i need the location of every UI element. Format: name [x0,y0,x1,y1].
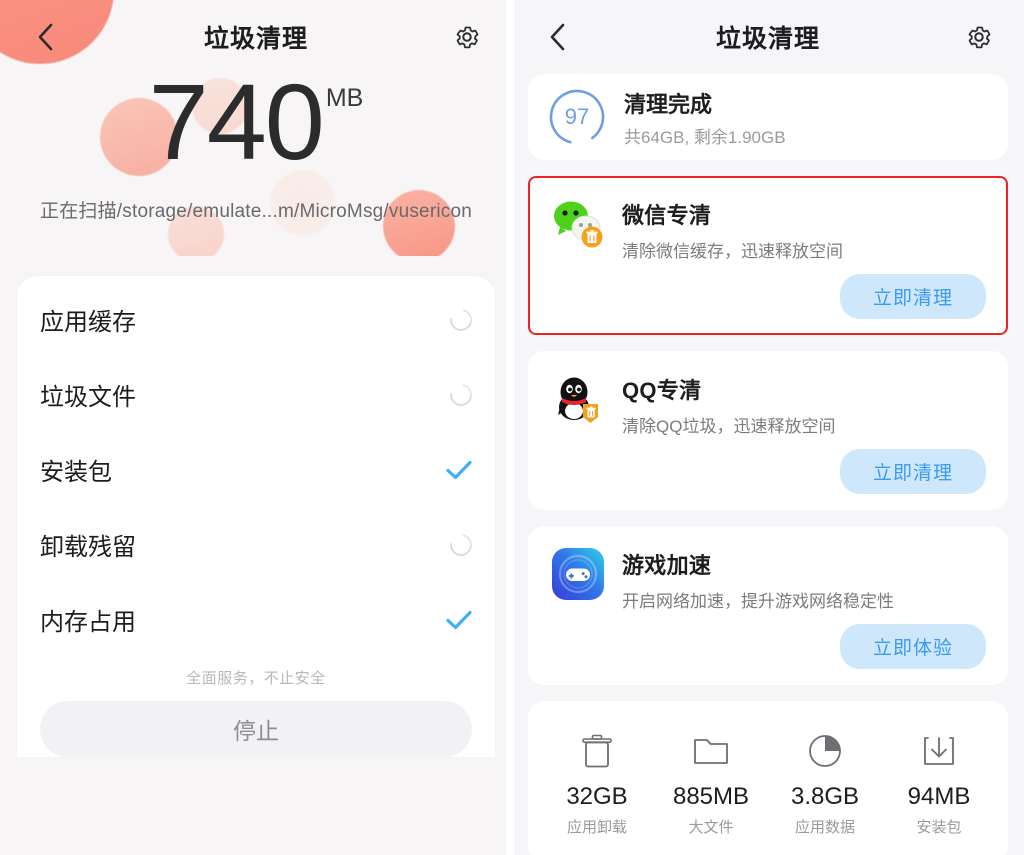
feature-title: 游戏加速 [622,553,712,578]
feature-title: 微信专清 [622,203,712,228]
list-item[interactable]: 垃圾文件 [17,357,495,432]
left-header: 垃圾清理 [0,0,512,74]
stat-label: 大文件 [688,819,734,836]
feature-card-wechat[interactable]: 微信专清 清除微信缓存，迅速释放空间 立即清理 [528,176,1008,335]
scan-item-label: 卸载残留 [40,534,136,561]
list-item[interactable]: 应用缓存 [17,282,495,357]
feature-subtitle: 清除微信缓存，迅速释放空间 [622,242,843,261]
score-value: 97 [564,104,590,129]
back-button[interactable] [24,16,66,58]
stat-label: 应用数据 [794,819,855,836]
stat-value: 94MB [907,783,971,810]
list-item[interactable]: 安装包 [17,432,495,507]
settings-button[interactable] [446,16,488,58]
clean-now-button[interactable]: 立即清理 [839,449,986,494]
completion-subtitle: 共64GB, 剩余1.90GB [624,127,786,147]
spinner-icon [445,379,477,410]
qq-icon [550,371,606,427]
feature-card-qq[interactable]: QQ专清 清除QQ垃圾，迅速释放空间 立即清理 [528,351,1008,510]
stat-value: 885MB [672,783,750,810]
chevron-left-icon [550,23,565,51]
stat-label: 安装包 [916,819,962,836]
completion-text: 清理完成 共64GB, 剩余1.90GB [624,87,786,148]
page-title: 垃圾清理 [715,25,820,53]
feature-subtitle: 开启网络加速，提升游戏网络稳定性 [622,592,894,611]
game-boost-icon [550,546,606,602]
clean-now-button[interactable]: 立即清理 [839,274,986,319]
trash-icon [579,731,615,771]
back-button[interactable] [536,16,578,58]
scan-list-card: 应用缓存 垃圾文件 安装包 卸载残留 内存占用 全面服务，不止安全 停止 [17,276,495,757]
wechat-icon [550,196,606,252]
panel-divider [506,0,514,855]
scan-item-label: 安装包 [40,459,112,486]
scan-hero: 垃圾清理 740 MB 正在扫描/storage/emulate...m/Mic… [0,0,512,256]
stat-app-uninstall[interactable]: 32GB 应用卸载 [540,731,654,837]
scan-path-text: 正在扫描/storage/emulate...m/MicroMsg/vuseri… [40,201,472,222]
spinner-icon [445,529,477,560]
gear-icon [968,26,991,49]
stat-app-data[interactable]: 3.8GB 应用数据 [768,731,882,837]
try-now-button[interactable]: 立即体验 [839,624,986,669]
left-screen: 垃圾清理 740 MB 正在扫描/storage/emulate...m/Mic… [0,0,512,855]
storage-stats-card: 32GB 应用卸载 885MB 大文件 3.8GB 应用数据 94MB 安装包 [528,701,1008,855]
right-screen: 垃圾清理 97 清理完成 共64GB, 剩余1.90GB 微信专清 清除微信缓存… [512,0,1024,855]
page-title: 垃圾清理 [203,25,308,53]
feature-button-row: 立即体验 [550,624,986,669]
scan-amount-unit: MB [325,84,364,112]
right-content: 97 清理完成 共64GB, 剩余1.90GB 微信专清 清除微信缓存，迅速释放… [512,74,1024,855]
stat-value: 32GB [566,783,628,810]
feature-title: QQ专清 [622,378,702,403]
feature-text: 游戏加速 开启网络加速，提升游戏网络稳定性 [622,546,894,612]
stop-button[interactable]: 停止 [40,701,472,757]
completion-title: 清理完成 [624,91,713,117]
feature-text: 微信专清 清除微信缓存，迅速释放空间 [622,196,843,262]
feature-text: QQ专清 清除QQ垃圾，迅速释放空间 [622,371,835,437]
scan-amount-number: 740 [148,61,325,182]
settings-button[interactable] [958,16,1000,58]
list-item[interactable]: 内存占用 [17,582,495,657]
checkmark-icon [446,460,472,480]
stat-label: 应用卸载 [566,819,627,836]
stat-large-files[interactable]: 885MB 大文件 [654,731,768,837]
tagline: 全面服务，不止安全 [186,670,326,687]
stat-value: 3.8GB [790,783,860,810]
list-item[interactable]: 卸载残留 [17,507,495,582]
feature-button-row: 立即清理 [550,274,986,319]
right-header: 垃圾清理 [512,0,1024,74]
completion-card[interactable]: 97 清理完成 共64GB, 剩余1.90GB [528,74,1008,160]
feature-top: 游戏加速 开启网络加速，提升游戏网络稳定性 [550,546,986,612]
app-root: 垃圾清理 740 MB 正在扫描/storage/emulate...m/Mic… [0,0,1024,855]
chevron-left-icon [38,23,53,51]
score-ring: 97 [548,88,606,146]
feature-top: 微信专清 清除微信缓存，迅速释放空间 [550,196,986,262]
feature-subtitle: 清除QQ垃圾，迅速释放空间 [622,417,836,436]
folder-icon [692,731,730,771]
feature-card-game[interactable]: 游戏加速 开启网络加速，提升游戏网络稳定性 立即体验 [528,526,1008,685]
gear-icon [456,26,479,49]
feature-top: QQ专清 清除QQ垃圾，迅速释放空间 [550,371,986,437]
feature-button-row: 立即清理 [550,449,986,494]
spinner-icon [445,304,477,335]
scan-item-label: 垃圾文件 [40,384,136,411]
checkmark-icon [446,610,472,630]
scan-item-label: 内存占用 [40,609,136,636]
pie-icon [807,731,843,771]
scan-item-label: 应用缓存 [40,309,136,336]
scan-amount: 740 MB [0,61,512,182]
stat-install-package[interactable]: 94MB 安装包 [882,731,996,837]
download-icon [921,731,957,771]
